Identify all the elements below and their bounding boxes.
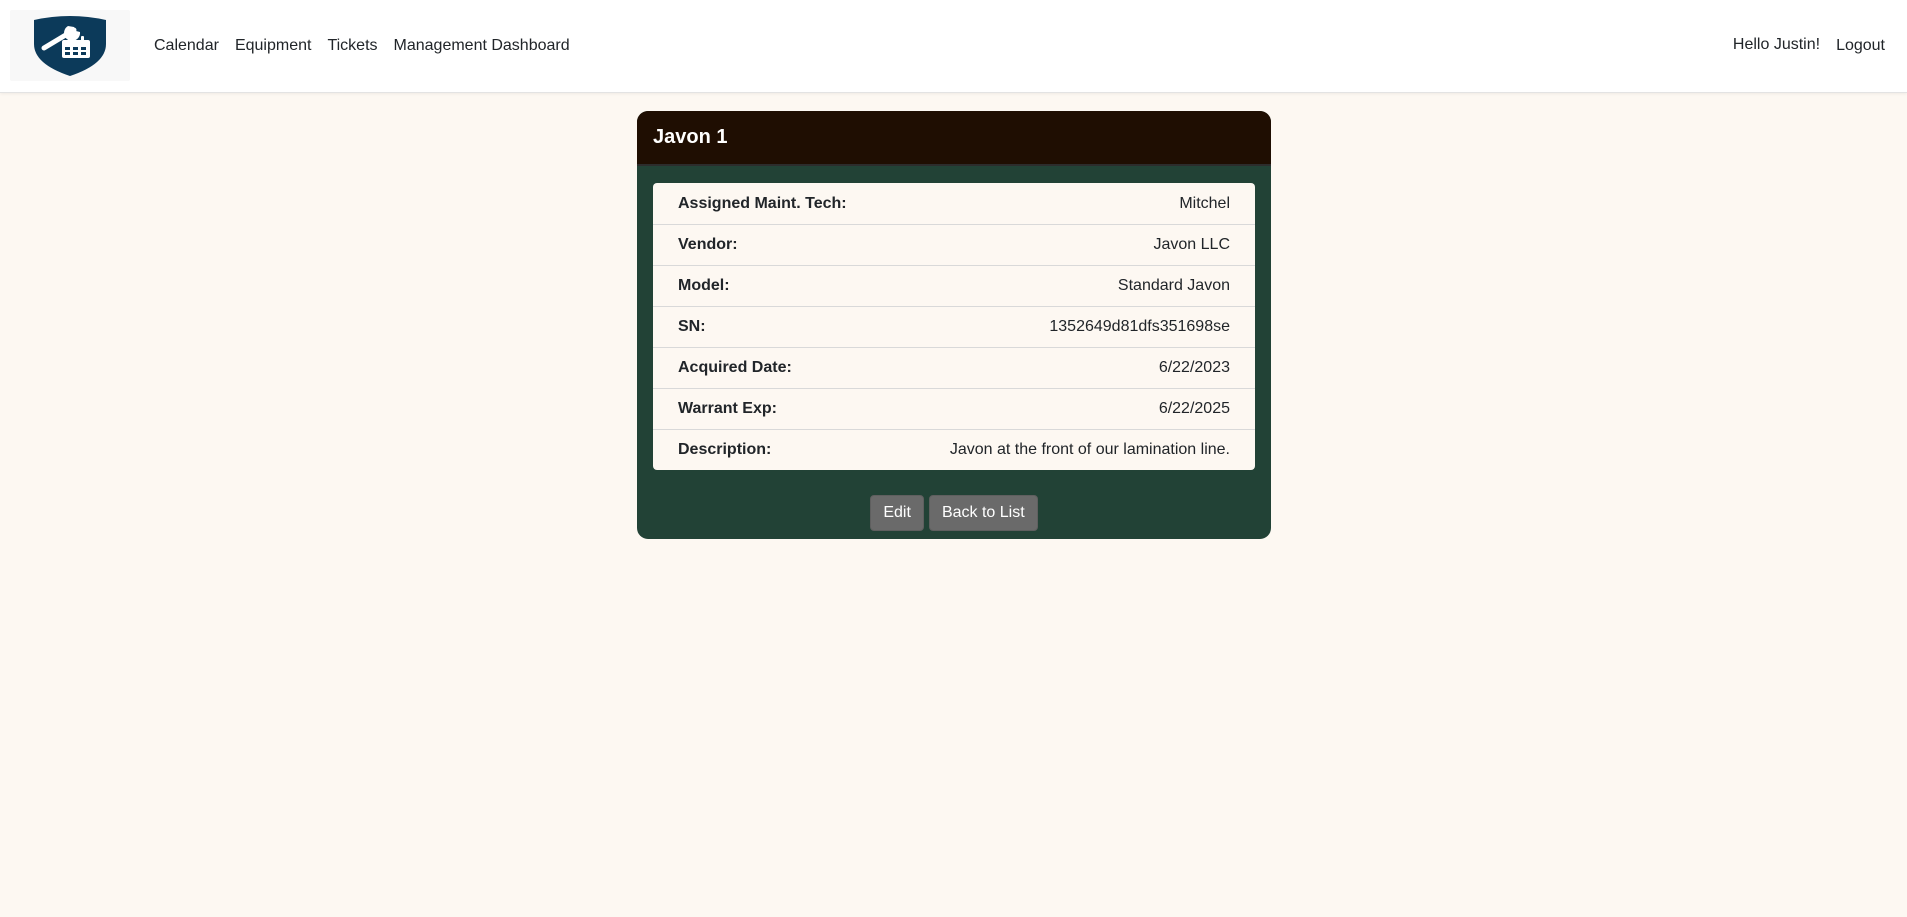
detail-row-vendor: Vendor: Javon LLC <box>653 224 1255 265</box>
user-greeting: Hello Justin! <box>1732 35 1821 53</box>
nav-calendar[interactable]: Calendar <box>146 36 227 56</box>
edit-button[interactable]: Edit <box>870 495 924 531</box>
app-logo[interactable] <box>10 10 130 81</box>
back-to-list-button[interactable]: Back to List <box>928 495 1038 531</box>
detail-value: 6/22/2025 <box>1158 400 1230 417</box>
detail-label: Vendor: <box>678 236 738 253</box>
detail-row-serial-number: SN: 1352649d81dfs351698se <box>653 306 1255 347</box>
detail-label: Model: <box>678 277 730 294</box>
detail-row-assigned-tech: Assigned Maint. Tech: Mitchel <box>653 183 1255 224</box>
detail-value: 1352649d81dfs351698se <box>1049 318 1230 335</box>
shield-wrench-calendar-icon <box>34 16 106 76</box>
card-header: Javon 1 <box>637 111 1271 166</box>
user-menu: Hello Justin! Logout <box>1725 0 1893 91</box>
logout-link[interactable]: Logout <box>1828 36 1893 56</box>
detail-label: Assigned Maint. Tech: <box>678 194 847 212</box>
equipment-details-card: Javon 1 Assigned Maint. Tech: Mitchel Ve… <box>637 111 1271 539</box>
detail-value: 6/22/2023 <box>1158 359 1230 376</box>
equipment-detail-list: Assigned Maint. Tech: Mitchel Vendor: Ja… <box>653 183 1255 470</box>
detail-row-acquired-date: Acquired Date: 6/22/2023 <box>653 347 1255 388</box>
detail-value: Javon LLC <box>1153 236 1231 253</box>
detail-row-warranty-exp: Warrant Exp: 6/22/2025 <box>653 388 1255 429</box>
top-navbar: Calendar Equipment Tickets Management Da… <box>0 0 1907 93</box>
detail-row-description: Description: Javon at the front of our l… <box>653 429 1255 470</box>
card-actions: Edit Back to List <box>637 495 1271 531</box>
detail-value: Mitchel <box>1179 194 1230 212</box>
nav-management-dashboard[interactable]: Management Dashboard <box>386 36 578 56</box>
detail-value: Standard Javon <box>1117 277 1230 294</box>
detail-label: SN: <box>678 318 706 335</box>
detail-row-model: Model: Standard Javon <box>653 265 1255 306</box>
equipment-title: Javon 1 <box>653 126 728 148</box>
nav-equipment[interactable]: Equipment <box>227 36 320 56</box>
detail-label: Warrant Exp: <box>678 400 777 417</box>
main-nav: Calendar Equipment Tickets Management Da… <box>146 0 578 91</box>
detail-value: Javon at the front of our lamination lin… <box>949 441 1230 458</box>
detail-label: Acquired Date: <box>678 359 792 376</box>
nav-tickets[interactable]: Tickets <box>319 36 385 56</box>
detail-label: Description: <box>678 441 772 458</box>
